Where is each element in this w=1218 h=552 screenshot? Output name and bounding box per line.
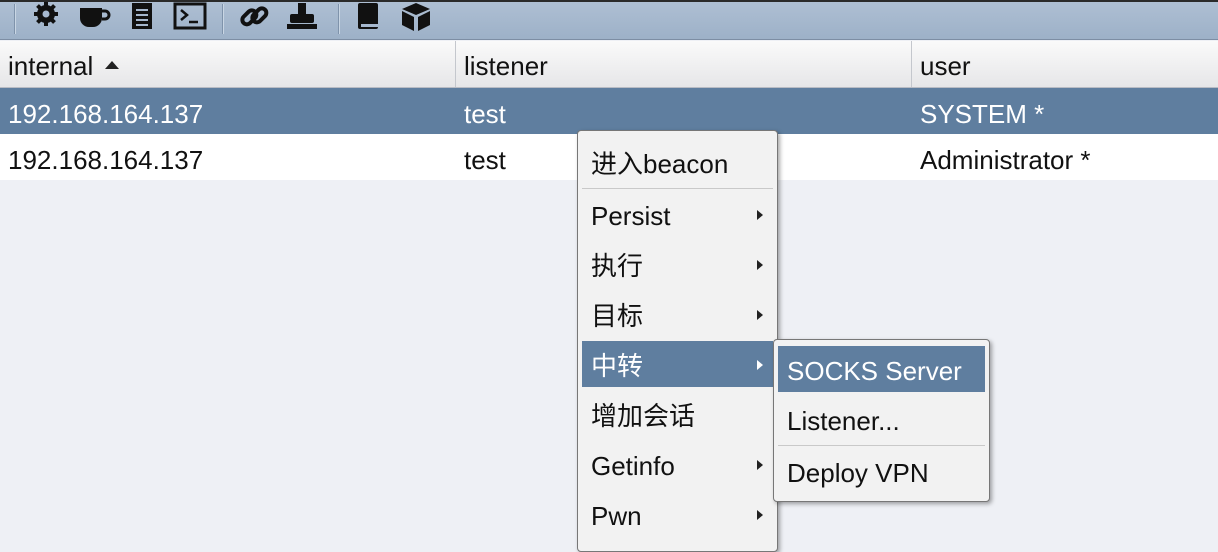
toolbar — [0, 0, 1218, 40]
pivoting-submenu: SOCKS Server Listener... Deploy VPN — [773, 339, 990, 502]
menu-item-label: Deploy VPN — [787, 458, 929, 488]
column-header-label: internal — [8, 51, 94, 81]
gear-icon[interactable] — [28, 2, 64, 32]
submenu-arrow-icon — [757, 260, 763, 270]
menu-item-spawn-session[interactable]: 增加会话 — [582, 391, 773, 437]
menu-item-label: Pwn — [591, 501, 642, 531]
link-icon[interactable] — [236, 2, 272, 32]
column-header-user[interactable]: user — [911, 41, 1218, 87]
cell-user: SYSTEM * — [920, 99, 1045, 129]
coffee-cup-icon[interactable] — [76, 2, 112, 32]
menu-item-label: Getinfo — [591, 451, 675, 481]
menu-item-label: 执行 — [591, 251, 644, 281]
document-icon[interactable] — [124, 2, 160, 32]
menu-item-label: Persist — [591, 201, 671, 231]
stamp-icon[interactable] — [284, 2, 320, 32]
menu-item-label: 目标 — [591, 301, 644, 331]
menu-item-execute[interactable]: 执行 — [582, 241, 773, 287]
menu-item-target[interactable]: 目标 — [582, 291, 773, 337]
menu-item-persist[interactable]: Persist — [582, 191, 773, 237]
toolbar-separator — [14, 4, 16, 34]
cell-listener: test — [464, 99, 506, 129]
terminal-icon[interactable] — [172, 2, 208, 32]
sort-ascending-icon — [105, 61, 120, 69]
column-header-label: user — [920, 51, 971, 81]
menu-item-pwn[interactable]: Pwn — [582, 491, 773, 537]
package-icon[interactable] — [398, 2, 434, 32]
column-header-label: listener — [464, 51, 548, 81]
menu-item-listener[interactable]: Listener... — [778, 396, 985, 442]
context-menu: 进入beacon Persist 执行 目标 中转 增加会话 Getinfo P… — [577, 130, 778, 552]
cell-listener: test — [464, 145, 506, 175]
toolbar-separator — [222, 4, 224, 34]
menu-item-deploy-vpn[interactable]: Deploy VPN — [778, 448, 985, 494]
menu-item-getinfo[interactable]: Getinfo — [582, 441, 773, 487]
table-header: internal listener user — [0, 41, 1218, 88]
menu-item-pivoting[interactable]: 中转 — [582, 341, 773, 387]
menu-item-label: Listener... — [787, 406, 900, 436]
submenu-arrow-icon — [757, 360, 763, 370]
table-row[interactable]: 192.168.164.137 test SYSTEM * — [0, 88, 1218, 134]
submenu-arrow-icon — [757, 510, 763, 520]
book-icon[interactable] — [350, 2, 386, 32]
menu-item-interact[interactable]: 进入beacon — [582, 139, 773, 185]
menu-item-label: 进入beacon — [591, 149, 729, 179]
toolbar-separator — [338, 4, 340, 34]
submenu-arrow-icon — [757, 210, 763, 220]
column-header-internal[interactable]: internal — [0, 41, 455, 87]
menu-separator — [582, 188, 773, 189]
submenu-arrow-icon — [757, 460, 763, 470]
menu-separator — [778, 445, 985, 446]
cell-internal: 192.168.164.137 — [8, 145, 204, 175]
menu-item-label: 中转 — [591, 351, 644, 381]
menu-item-socks-server[interactable]: SOCKS Server — [778, 346, 985, 392]
menu-item-label: SOCKS Server — [787, 356, 962, 386]
column-header-listener[interactable]: listener — [455, 41, 911, 87]
submenu-arrow-icon — [757, 310, 763, 320]
cell-internal: 192.168.164.137 — [8, 99, 204, 129]
menu-item-label: 增加会话 — [591, 401, 696, 431]
cell-user: Administrator * — [920, 145, 1091, 175]
